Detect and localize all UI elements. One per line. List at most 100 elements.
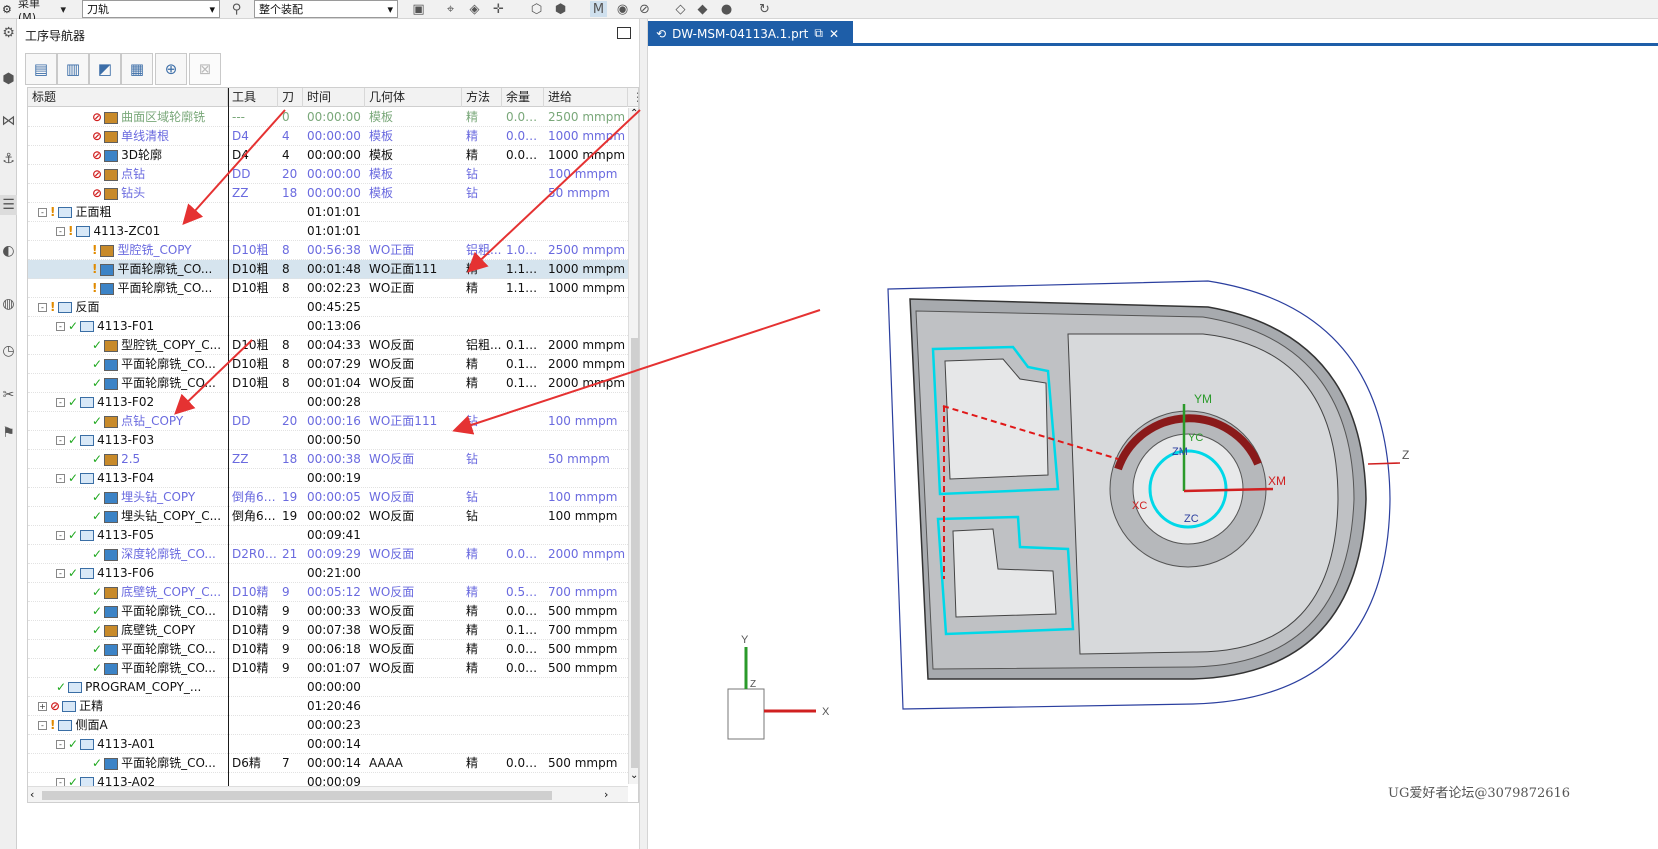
table-row[interactable]: ✓ 深度轮廓铣_CO... D2R0.... 21 00:09:29 WO反面 精 0.00.… (28, 545, 628, 564)
col-feed[interactable]: 进给 (544, 88, 628, 107)
table-row[interactable]: - ✓ 4113-F03 00:00:50 (28, 431, 628, 450)
collapse-icon[interactable]: - (56, 474, 65, 483)
table-row[interactable]: ✓ 2.5 ZZ 18 00:00:38 WO反面 钻 50 mmpm (28, 450, 628, 469)
table-row[interactable]: - ✓ 4113-F06 00:21:00 (28, 564, 628, 583)
table-row[interactable]: ✓ PROGRAM_COPY_... 00:00:00 (28, 678, 628, 697)
table-row[interactable]: ! 型腔铣_COPY D10粗 8 00:56:38 WO正面 铝粗... 1.00... 25… (28, 241, 628, 260)
collapse-icon[interactable]: - (56, 398, 65, 407)
table-row[interactable]: ✓ 点钻_COPY DD 20 00:00:16 WO正面111 钻 100 mmpm (28, 412, 628, 431)
table-row[interactable]: -! 反面 00:45:25 (28, 298, 628, 317)
table-row[interactable]: ⊘ 单线清根 D4 4 00:00:00 模板 精 0.00... 1000 mmpm (28, 127, 628, 146)
table-row[interactable]: ⊘ 点钻 DD 20 00:00:00 模板 钻 100 mmpm (28, 165, 628, 184)
table-row[interactable]: ! 平面轮廓铣_CO... D10粗 8 00:01:48 WO正面111 精 1.10...… (28, 260, 628, 279)
machine-tool-view-icon[interactable]: ▥ (57, 53, 89, 85)
tool-library-icon[interactable]: ✂ (0, 385, 17, 405)
table-row[interactable]: - ✓ 4113-F05 00:09:41 (28, 526, 628, 545)
web-browser-icon[interactable]: ◍ (0, 294, 17, 314)
collapse-icon[interactable]: - (38, 721, 47, 730)
hide-icon[interactable]: ⊘ (636, 1, 653, 17)
table-row[interactable]: ✓ 埋头钻_COPY_C... 倒角6-... 19 00:00:02 WO反面 钻 100 … (28, 507, 628, 526)
panel-splitter[interactable] (639, 19, 648, 849)
table-row[interactable]: - ✓ 4113-A01 00:00:14 (28, 735, 628, 754)
close-icon[interactable]: ✕ (829, 27, 839, 41)
chevron-up-icon[interactable]: ⌃ (630, 108, 638, 119)
col-knife[interactable]: 刀 (278, 88, 303, 107)
delete-operation-icon[interactable]: ⊠ (189, 53, 221, 85)
vertical-scroll-thumb[interactable] (631, 338, 638, 768)
assembly-navigator-icon[interactable]: ⋈ (0, 111, 17, 131)
part-navigator-icon[interactable]: ⬢ (0, 69, 17, 89)
table-row[interactable]: ✓ 型腔铣_COPY_C... D10粗 8 00:04:33 WO反面 铝粗... 0.10… (28, 336, 628, 355)
col-stock[interactable]: 余量 (502, 88, 544, 107)
process-icon[interactable]: ⚑ (0, 423, 17, 443)
type-filter-select[interactable]: 刀轨 ▾ (82, 0, 220, 18)
table-row[interactable]: ⊘ 曲面区域轮廓铣 --- 0 00:00:00 模板 精 0.00... 2500 mmpm (28, 108, 628, 127)
menu-button[interactable]: 菜单(M) ▾ (18, 0, 66, 24)
table-row[interactable]: ✓ 平面轮廓铣_CO... D10精 9 00:00:33 WO反面 精 0.00... 500… (28, 602, 628, 621)
table-row[interactable]: -! 侧面A 00:00:23 (28, 716, 628, 735)
chevron-right-icon[interactable]: › (604, 788, 608, 801)
gear-icon[interactable]: ⚙ (2, 0, 16, 19)
vertical-scrollbar[interactable]: ⌃ ⌄ (628, 108, 638, 784)
collapse-icon[interactable]: - (38, 303, 47, 312)
table-row[interactable]: ✓ 平面轮廓铣_CO... D10精 9 00:01:07 WO反面 精 0.00... 500… (28, 659, 628, 678)
model-view[interactable]: YM XM ZC XC YC ZM Z Y X Z (648, 49, 1658, 849)
geometry-view-icon[interactable]: ◩ (89, 53, 121, 85)
create-operation-icon[interactable]: ⊕ (155, 53, 187, 85)
collapse-icon[interactable]: - (56, 227, 65, 236)
table-row[interactable]: - ✓ 4113-F01 00:13:06 (28, 317, 628, 336)
maximize-icon[interactable] (617, 27, 631, 39)
shaded-icon[interactable]: ◆ (694, 1, 711, 17)
wireframe-icon[interactable]: ◇ (672, 1, 689, 17)
assembly-select[interactable]: 整个装配 ▾ (254, 0, 398, 18)
filter-icon[interactable]: ⚲ (228, 1, 245, 17)
col-geometry[interactable]: 几何体 (365, 88, 462, 107)
table-row[interactable]: - ✓ 4113-F04 00:00:19 (28, 469, 628, 488)
cube-outline-icon[interactable]: ⬡ (528, 1, 545, 17)
history-icon[interactable]: ◷ (0, 341, 17, 361)
component-icon[interactable]: ◈ (466, 1, 483, 17)
table-row[interactable]: ✓ 平面轮廓铣_CO... D10精 9 00:06:18 WO反面 精 0.00... 500… (28, 640, 628, 659)
sphere-icon[interactable]: ● (718, 1, 735, 17)
machine-tool-icon[interactable]: ◐ (0, 241, 17, 261)
expand-icon[interactable]: + (38, 702, 47, 711)
table-row[interactable]: ✓ 平面轮廓铣_CO... D10粗 8 00:01:04 WO反面 精 0.10... 200… (28, 374, 628, 393)
table-row[interactable]: ✓ 埋头钻_COPY 倒角6-... 19 00:00:05 WO反面 钻 100 mmpm (28, 488, 628, 507)
table-row[interactable]: + ⊘ 正精 01:20:46 (28, 697, 628, 716)
col-tool[interactable]: 工具 (228, 88, 278, 107)
table-row[interactable]: ! 平面轮廓铣_CO... D10粗 8 00:02:23 WO正面 精 1.10... 100… (28, 279, 628, 298)
refresh-icon[interactable]: ↻ (756, 1, 773, 17)
collapse-icon[interactable]: - (56, 322, 65, 331)
col-title[interactable]: 标题 (28, 88, 228, 107)
collapse-icon[interactable]: - (38, 208, 47, 217)
horizontal-scroll-thumb[interactable] (42, 791, 552, 800)
table-row[interactable]: ✓ 平面轮廓铣_CO... D10粗 8 00:07:29 WO反面 精 0.10... 200… (28, 355, 628, 374)
collapse-icon[interactable]: - (56, 531, 65, 540)
chevron-left-icon[interactable]: ‹ (30, 788, 34, 801)
table-row[interactable]: ✓ 底壁铣_COPY_C... D10精 9 00:05:12 WO反面 精 0.50... 7… (28, 583, 628, 602)
settings-icon[interactable]: ⚙ (0, 23, 17, 43)
machining-method-view-icon[interactable]: ▦ (121, 53, 153, 85)
table-row[interactable]: ⊘ 3D轮廓 D4 4 00:00:00 模板 精 0.00... 1000 mmpm (28, 146, 628, 165)
document-tab[interactable]: ⟲ DW-MSM-04113A.1.prt ⧉ ✕ (648, 21, 853, 46)
collapse-icon[interactable]: - (56, 740, 65, 749)
program-order-view-icon[interactable]: ▤ (25, 53, 57, 85)
table-row[interactable]: - ✓ 4113-F02 00:00:28 (28, 393, 628, 412)
constraint-icon[interactable]: ⚓ (0, 149, 17, 169)
table-row[interactable]: ✓ 底壁铣_COPY D10精 9 00:07:38 WO反面 精 0.10... 700 mm… (28, 621, 628, 640)
select-object-icon[interactable]: ▣ (410, 1, 427, 17)
snap-icon[interactable]: ⌖ (442, 1, 459, 17)
operation-navigator-icon[interactable]: ☰ (0, 195, 17, 215)
mcs-icon[interactable]: M (590, 1, 607, 17)
collapse-icon[interactable]: - (56, 436, 65, 445)
table-row[interactable]: ✓ 平面轮廓铣_CO... D6精 7 00:00:14 AAAA 精 0.05... 500 … (28, 754, 628, 773)
point-icon[interactable]: ✛ (490, 1, 507, 17)
col-time[interactable]: 时间 (303, 88, 365, 107)
horizontal-scrollbar[interactable]: ‹ › (28, 786, 628, 802)
collapse-icon[interactable]: - (56, 569, 65, 578)
pop-out-icon[interactable]: ⧉ (814, 26, 823, 41)
chevron-down-icon[interactable]: ⌄ (630, 770, 638, 781)
show-icon[interactable]: ◉ (614, 1, 631, 17)
cube-shaded-icon[interactable]: ⬢ (552, 1, 569, 17)
table-row[interactable]: ⊘ 钻头 ZZ 18 00:00:00 模板 钻 50 mmpm (28, 184, 628, 203)
